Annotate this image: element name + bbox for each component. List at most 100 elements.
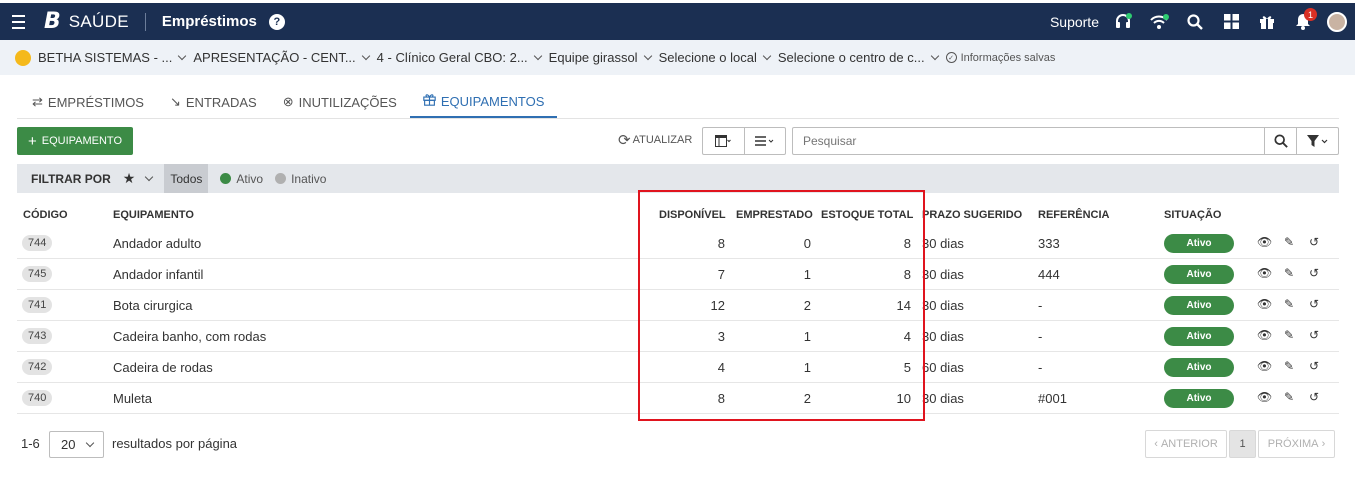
- history-icon[interactable]: ↺: [1307, 328, 1321, 342]
- view-eye-icon[interactable]: 👁: [1257, 359, 1272, 373]
- edit-pencil-icon[interactable]: ✎: [1282, 390, 1296, 404]
- divider: [144, 12, 146, 31]
- equipment-name: Andador infantil: [113, 267, 204, 282]
- plus-icon: +: [27, 132, 37, 150]
- exchange-icon: ⇄: [32, 94, 43, 109]
- cancel-circle-icon: ⊗: [282, 94, 294, 109]
- chevron-down-icon[interactable]: [145, 172, 154, 181]
- context-unit-select[interactable]: APRESENTAÇÃO - CENT...: [193, 50, 370, 65]
- search-icon[interactable]: [1177, 3, 1213, 40]
- equipment-code: 742: [22, 359, 53, 375]
- view-eye-icon[interactable]: 👁: [1257, 235, 1272, 249]
- chevron-down-icon: [533, 51, 542, 60]
- view-eye-icon[interactable]: 👁: [1257, 266, 1272, 280]
- columns-toggle-button[interactable]: [703, 128, 745, 154]
- tab-equipamentos[interactable]: Equipamentos: [409, 86, 558, 118]
- avatar[interactable]: [1327, 11, 1347, 32]
- star-icon[interactable]: ★: [123, 170, 136, 187]
- history-icon[interactable]: ↺: [1307, 266, 1321, 280]
- equipment-code: 741: [22, 297, 53, 313]
- chevron-down-icon: [178, 51, 187, 60]
- add-equipment-button[interactable]: + Equipamento: [17, 127, 133, 155]
- history-icon[interactable]: ↺: [1307, 359, 1321, 373]
- history-icon[interactable]: ↺: [1307, 390, 1321, 404]
- search-bar: [792, 127, 1339, 155]
- tab-emprestimos[interactable]: ⇄ Empréstimos: [19, 86, 157, 118]
- tabs-divider: [17, 118, 1339, 119]
- edit-pencil-icon[interactable]: ✎: [1282, 297, 1296, 311]
- header-prazo-sugerido[interactable]: Prazo sugerido: [922, 209, 1022, 221]
- chevron-down-icon: [643, 51, 652, 60]
- product-name: SAÚDE: [68, 11, 129, 31]
- current-page-button[interactable]: 1: [1229, 430, 1256, 458]
- status-badge: Ativo: [1164, 358, 1234, 377]
- history-icon[interactable]: ↺: [1307, 235, 1321, 249]
- support-link[interactable]: Suporte: [1050, 14, 1099, 30]
- filter-ativo[interactable]: Ativo: [220, 172, 263, 186]
- filter-todos[interactable]: Todos: [164, 164, 209, 193]
- page-title: Empréstimos: [161, 13, 257, 30]
- help-icon[interactable]: ?: [268, 13, 285, 30]
- next-page-button[interactable]: Próxima ›: [1258, 430, 1335, 458]
- filter-bar: Filtrar por ★ Todos Ativo Inativo: [17, 164, 1339, 193]
- history-icon[interactable]: ↺: [1307, 297, 1321, 311]
- edit-pencil-icon[interactable]: ✎: [1282, 266, 1296, 280]
- status-badge: Ativo: [1164, 327, 1234, 346]
- previous-page-button[interactable]: ‹ Anterior: [1145, 430, 1227, 458]
- header-referencia[interactable]: Referência: [1038, 209, 1110, 221]
- reference: #001: [1038, 391, 1067, 406]
- context-entity-select[interactable]: BETHA SISTEMAS - ...: [38, 50, 187, 65]
- header-equipamento[interactable]: Equipamento: [113, 209, 194, 221]
- context-team-select[interactable]: Equipe girassol: [549, 50, 652, 65]
- betha-logo[interactable]: B: [44, 9, 61, 34]
- arrow-down-right-icon: ↘: [169, 94, 181, 109]
- view-eye-icon[interactable]: 👁: [1257, 328, 1272, 342]
- status-badge: Ativo: [1164, 296, 1234, 315]
- saved-status: ✓ Informações salvas: [945, 52, 1055, 64]
- page-size-label: resultados por página: [112, 436, 238, 451]
- tab-inutilizacoes[interactable]: ⊗ Inutilizações: [270, 86, 410, 118]
- equipment-code: 745: [22, 266, 53, 282]
- equipment-name: Andador adulto: [113, 236, 202, 251]
- search-button[interactable]: [1264, 128, 1296, 154]
- context-location-select[interactable]: Selecione o local: [659, 50, 772, 65]
- filter-button[interactable]: [1296, 128, 1338, 154]
- equipment-code: 743: [22, 328, 53, 344]
- context-cost-center-select[interactable]: Selecione o centro de c...: [778, 50, 939, 65]
- list-density-button[interactable]: [745, 128, 786, 154]
- equipment-code: 744: [22, 235, 53, 251]
- view-eye-icon[interactable]: 👁: [1257, 390, 1272, 404]
- gift-icon: [423, 93, 436, 109]
- chevron-down-icon: [930, 51, 939, 60]
- wifi-icon[interactable]: [1141, 3, 1177, 40]
- notifications-bell-icon[interactable]: 1: [1285, 3, 1321, 40]
- refresh-icon: ⟳: [618, 132, 631, 149]
- filter-inativo[interactable]: Inativo: [275, 172, 326, 186]
- suggested-term: 30 dias: [922, 298, 964, 313]
- chevron-down-icon: [762, 51, 772, 60]
- support-headset-icon[interactable]: [1105, 3, 1141, 40]
- edit-pencil-icon[interactable]: ✎: [1282, 328, 1296, 342]
- menu-icon[interactable]: [0, 3, 36, 40]
- view-options: [702, 127, 786, 155]
- search-input[interactable]: [793, 128, 1264, 154]
- edit-pencil-icon[interactable]: ✎: [1282, 235, 1296, 249]
- apps-grid-icon[interactable]: [1213, 3, 1249, 40]
- page-size-select[interactable]: 20: [49, 431, 104, 458]
- reference: 444: [1038, 267, 1060, 282]
- view-eye-icon[interactable]: 👁: [1257, 297, 1272, 311]
- refresh-button[interactable]: ⟳ Atualizar: [618, 131, 692, 149]
- header-codigo[interactable]: Código: [23, 209, 68, 221]
- chevron-down-icon: [86, 438, 95, 447]
- edit-pencil-icon[interactable]: ✎: [1282, 359, 1296, 373]
- context-professional-select[interactable]: 4 - Clínico Geral CBO: 2...: [377, 50, 542, 65]
- check-circle-icon: ✓: [945, 52, 957, 63]
- reference: -: [1038, 329, 1043, 344]
- header-situacao[interactable]: Situação: [1164, 209, 1221, 221]
- tab-entradas[interactable]: ↘ Entradas: [157, 86, 270, 118]
- gift-icon[interactable]: [1249, 3, 1285, 40]
- equipment-name: Cadeira de rodas: [113, 360, 213, 375]
- reference: -: [1038, 298, 1043, 313]
- status-badge: Ativo: [1164, 265, 1234, 284]
- equipment-name: Cadeira banho, com rodas: [113, 329, 267, 344]
